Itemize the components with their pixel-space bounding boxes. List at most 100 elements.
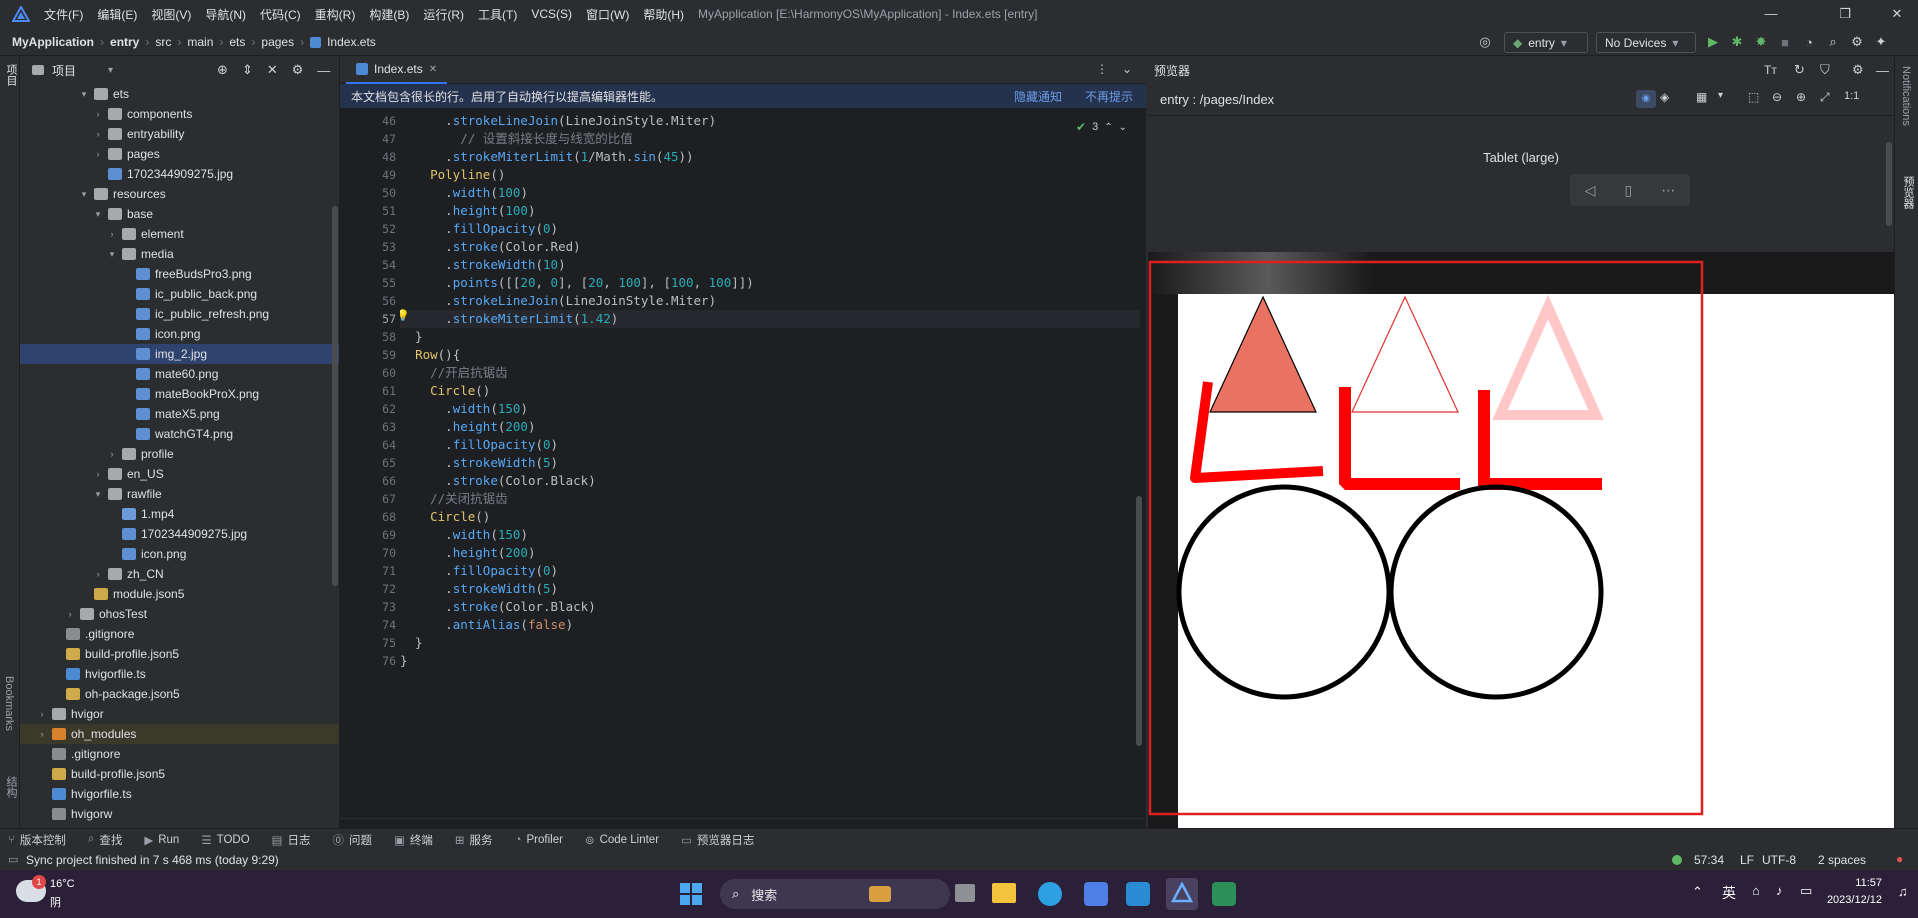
expand-arrow-icon[interactable]: › (36, 709, 48, 719)
code-line[interactable]: // 设置斜接长度与线宽的比值 (400, 130, 633, 148)
chevron-down-icon[interactable]: ▾ (1718, 90, 1723, 101)
code-line[interactable]: Polyline() (400, 166, 505, 184)
tree-item[interactable]: › en_US (20, 464, 339, 484)
project-scrollbar[interactable] (332, 206, 338, 586)
code-line[interactable]: Circle() (400, 508, 490, 526)
fit-screen-icon[interactable]: ⤢ (1820, 90, 1830, 105)
expand-arrow-icon[interactable]: › (36, 729, 48, 739)
tree-item[interactable]: ▾ rawfile (20, 484, 339, 504)
actual-size-label[interactable]: 1:1 (1844, 90, 1859, 102)
tree-item[interactable]: ▾ resources (20, 184, 339, 204)
previewer-tool-tab[interactable]: 预览器 (1900, 176, 1916, 209)
collapse-all-icon[interactable]: ⇕ (242, 62, 253, 78)
expand-arrow-icon[interactable]: ▾ (78, 89, 90, 100)
tree-item[interactable]: 1702344909275.jpg (20, 164, 339, 184)
font-size-icon[interactable]: Tт (1764, 63, 1777, 77)
expand-arrow-icon[interactable]: ▾ (92, 489, 104, 500)
expand-arrow-icon[interactable]: ▾ (106, 249, 118, 260)
tree-item[interactable]: 1702344909275.jpg (20, 524, 339, 544)
tree-item[interactable]: ▾ media (20, 244, 339, 264)
start-windows-icon[interactable] (680, 883, 702, 905)
tree-item[interactable]: › zh_CN (20, 564, 339, 584)
chevron-up-icon[interactable]: ⌃ (1104, 122, 1112, 133)
expand-arrow-icon[interactable]: › (64, 609, 76, 619)
previewer-scrollbar[interactable] (1886, 142, 1892, 226)
tree-item[interactable]: img_2.jpg (20, 344, 339, 364)
notification-bell-icon[interactable]: ♫ (1898, 884, 1908, 899)
tree-item[interactable]: › oh_modules (20, 724, 339, 744)
menu-item[interactable]: 窗口(W) (586, 6, 629, 23)
tree-item[interactable]: › profile (20, 444, 339, 464)
status-message[interactable]: Sync project finished in 7 s 468 ms (tod… (26, 853, 279, 867)
stop-icon[interactable]: ■ (1776, 33, 1794, 51)
tree-item[interactable]: mateBookProX.png (20, 384, 339, 404)
tool-window-button[interactable]: ⊚ Code Linter (585, 833, 659, 847)
zoom-out-icon[interactable]: ⊖ (1772, 90, 1782, 104)
dont-show-again-link[interactable]: 不再提示 (1085, 88, 1133, 105)
eye-icon[interactable]: ◉ (1636, 90, 1656, 108)
vscode-icon[interactable] (1126, 882, 1150, 906)
structure-tool-tab[interactable]: 结构 (3, 776, 19, 798)
restore-icon[interactable]: ❐ (1836, 5, 1854, 23)
module-select[interactable]: ◆ entry ▾ (1504, 32, 1588, 53)
tree-item[interactable]: build-profile.json5 (20, 644, 339, 664)
error-indicator-icon[interactable]: ● (1896, 852, 1903, 866)
code-line[interactable]: .stroke(Color.Black) (400, 472, 596, 490)
network-icon[interactable]: ⌂ (1752, 883, 1760, 898)
task-view-icon[interactable] (955, 884, 975, 902)
tree-item[interactable]: icon.png (20, 324, 339, 344)
lightbulb-icon[interactable]: 💡 (400, 309, 410, 322)
hide-panel-icon[interactable]: — (317, 63, 330, 78)
minimize-icon[interactable]: — (1762, 5, 1780, 23)
close-icon[interactable]: ✕ (1888, 5, 1906, 23)
code-line[interactable]: .strokeWidth(5) (400, 580, 558, 598)
tab-list-icon[interactable]: ⋮ (1096, 62, 1108, 76)
expand-arrow-icon[interactable]: › (92, 149, 104, 159)
notifications-tool-tab[interactable]: Notifications (1900, 66, 1912, 126)
tree-item[interactable]: build-profile.json5 (20, 764, 339, 784)
breadcrumb-item[interactable]: MyApplication (12, 35, 94, 49)
menu-item[interactable]: 文件(F) (44, 6, 83, 23)
search-everywhere-icon[interactable]: ⌕ (1824, 33, 1842, 51)
code-line[interactable]: .height(200) (400, 418, 535, 436)
menu-item[interactable]: 运行(R) (423, 6, 464, 23)
code-line[interactable]: .strokeLineJoin(LineJoinStyle.Miter) (400, 112, 716, 130)
tree-item[interactable]: › hvigor (20, 704, 339, 724)
tree-item[interactable]: watchGT4.png (20, 424, 339, 444)
menu-item[interactable]: 重构(R) (315, 6, 356, 23)
volume-icon[interactable]: ♪ (1776, 883, 1783, 898)
clock-time[interactable]: 11:57 (1812, 877, 1882, 889)
menu-item[interactable]: 代码(C) (260, 6, 301, 23)
expand-arrow-icon[interactable]: › (106, 449, 118, 459)
code-line[interactable]: .points([[20, 0], [20, 100], [100, 100]]… (400, 274, 754, 292)
chevron-down-icon[interactable]: ▾ (108, 65, 113, 76)
inspection-widget[interactable]: ✔ 3 ⌃ ⌄ (1076, 120, 1127, 134)
expand-arrow-icon[interactable]: › (92, 129, 104, 139)
expand-all-icon[interactable]: ✕ (267, 62, 278, 78)
gear-icon[interactable]: ⚙ (1852, 62, 1864, 78)
tree-item[interactable]: › entryability (20, 124, 339, 144)
more-icon[interactable]: ⋯ (1661, 182, 1675, 199)
expand-arrow-icon[interactable]: › (92, 469, 104, 479)
tool-window-button[interactable]: ⊞ 服务 (455, 832, 493, 848)
editor-scrollbar[interactable] (1136, 496, 1142, 746)
chevron-down-icon[interactable]: ⌄ (1119, 122, 1127, 133)
crop-icon[interactable]: ⬚ (1748, 90, 1759, 104)
tool-window-button[interactable]: ⓪ 问题 (333, 832, 373, 848)
tool-window-button[interactable]: ☰ TODO (201, 833, 249, 847)
bookmarks-tool-tab[interactable]: Bookmarks (3, 676, 15, 731)
tree-item[interactable]: hvigorfile.ts (20, 784, 339, 804)
tree-item[interactable]: › element (20, 224, 339, 244)
tree-item[interactable]: .gitignore (20, 624, 339, 644)
tree-item[interactable]: hvigorw (20, 804, 339, 824)
breadcrumb-item[interactable]: entry (110, 35, 139, 49)
run-icon[interactable]: ▶ (1704, 33, 1722, 51)
battery-icon[interactable]: ▭ (1800, 883, 1812, 899)
tree-item[interactable]: 1.mp4 (20, 504, 339, 524)
rotate-icon[interactable]: ▯ (1625, 182, 1633, 199)
hide-panel-icon[interactable]: — (1876, 63, 1889, 78)
inspector-icon[interactable]: ⛉ (1820, 62, 1830, 78)
tree-item[interactable]: oh-package.json5 (20, 684, 339, 704)
tree-item[interactable]: ic_public_refresh.png (20, 304, 339, 324)
store-icon[interactable] (1084, 882, 1108, 906)
